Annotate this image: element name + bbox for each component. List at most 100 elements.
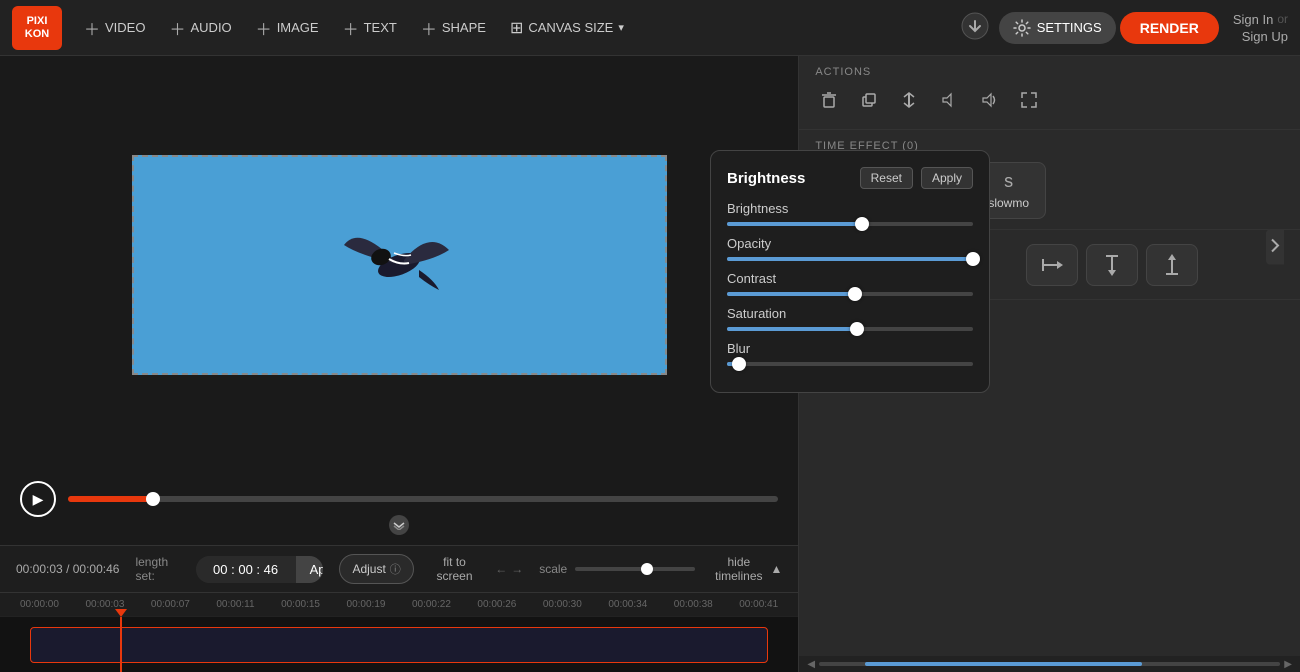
scroll-left-arrow[interactable]: ◀ [807,659,815,670]
time-input-group: Apply [196,556,324,583]
saturation-slider-thumb[interactable] [850,322,864,336]
current-time: 00:00:03 [16,562,63,576]
shape-button[interactable]: ＋ SHAPE [411,10,496,46]
play-button[interactable]: ▶ [20,481,56,517]
main-area: ▶ 00:00:03 / 00:00:46 length se [0,56,1300,672]
opacity-slider-thumb[interactable] [966,252,980,266]
sign-up-link[interactable]: Sign Up [1242,29,1288,44]
save-button[interactable] [955,6,995,49]
brightness-panel: Brightness Reset Apply Brightness Opacit… [710,150,990,393]
volume-up-button[interactable] [975,86,1003,119]
plus-video-icon: ＋ [84,16,100,40]
ruler-mark-8: 00:00:30 [543,599,582,610]
volume-down-button[interactable] [935,86,963,119]
ruler-mark-11: 00:00:41 [739,599,778,610]
scale-label: scale [539,562,567,576]
volume-down-icon [939,90,959,110]
adjust-button[interactable]: Adjust ⓘ [339,554,413,584]
delete-action-button[interactable] [815,86,843,119]
blur-slider-group: Blur [727,341,973,366]
transition-arrows [1026,244,1198,286]
fit-screen-button[interactable]: fit to screen [430,555,479,583]
transition-slide-right-button[interactable] [1026,244,1078,286]
plus-shape-icon: ＋ [421,16,437,40]
sign-area: Sign In or Sign Up [1223,12,1288,44]
brightness-slider-fill [727,222,862,226]
brightness-slider-thumb[interactable] [855,217,869,231]
opacity-slider-track[interactable] [727,257,973,261]
info-icon: ⓘ [390,561,401,577]
timeline-clip[interactable] [30,627,768,663]
trash-icon [819,90,839,110]
scale-track[interactable] [575,567,695,571]
hide-timelines-button[interactable]: hide timelines ▲ [711,555,782,583]
slowmo-label: slowmo [988,196,1029,210]
save-icon [961,12,989,40]
scroll-right-arrow[interactable]: ▶ [1284,659,1292,670]
apply-button[interactable]: Apply [296,556,324,583]
timeline-controls: 00:00:03 / 00:00:46 length set: Apply Ad… [0,545,798,592]
audio-button[interactable]: ＋ AUDIO [159,10,241,46]
arrow-right-icon: → [511,562,523,576]
progress-fill [68,496,153,502]
canvas-icon: ⊞ [510,18,523,38]
scale-thumb [641,563,653,575]
chevron-up-icon: ▲ [770,562,782,576]
time-input[interactable] [196,556,296,583]
duplicate-icon [859,90,879,110]
render-button[interactable]: RENDER [1120,12,1219,44]
hide-timelines-label: hide timelines [711,555,766,583]
length-set-label: length set: [135,555,179,583]
saturation-slider-label: Saturation [727,306,973,321]
ruler-mark-4: 00:00:15 [281,599,320,610]
canvas-size-button[interactable]: ⊞ CANVAS SIZE ▾ [500,12,634,44]
sign-in-link[interactable]: Sign In [1233,12,1273,27]
transition-slide-up-button[interactable] [1146,244,1198,286]
plus-audio-icon: ＋ [169,16,185,40]
zoom-handle[interactable] [389,515,409,535]
blur-slider-track[interactable] [727,362,973,366]
expand-panel-button[interactable] [1266,230,1284,265]
image-button[interactable]: ＋ IMAGE [246,10,329,46]
time-display: 00:00:03 / 00:00:46 [16,562,119,576]
audio-label: AUDIO [191,20,232,35]
canvas-size-label: CANVAS SIZE [528,20,613,35]
scroll-fill [865,662,1142,666]
fullscreen-button[interactable] [1015,86,1043,119]
text-button[interactable]: ＋ TEXT [333,10,407,46]
timeline-track [0,616,798,672]
settings-label: SETTINGS [1037,20,1102,35]
blur-slider-label: Blur [727,341,973,356]
horizontal-scroll-track[interactable] [819,662,1280,666]
expand-right-icon [1270,238,1280,254]
logo-area: PIXIKON [12,6,62,50]
brightness-slider-track[interactable] [727,222,973,226]
video-button[interactable]: ＋ VIDEO [74,10,155,46]
contrast-slider-fill [727,292,855,296]
top-nav: PIXIKON ＋ VIDEO ＋ AUDIO ＋ IMAGE ＋ TEXT ＋… [0,0,1300,56]
fullscreen-icon [1019,90,1039,110]
blur-slider-thumb[interactable] [732,357,746,371]
contrast-slider-thumb[interactable] [848,287,862,301]
bird-graphic [299,195,499,335]
action-icons [815,86,1284,119]
text-label: TEXT [364,20,397,35]
ruler-mark-9: 00:00:34 [608,599,647,610]
contrast-slider-label: Contrast [727,271,973,286]
preview-area [0,56,798,473]
progress-track[interactable] [68,496,778,502]
settings-button[interactable]: SETTINGS [999,12,1116,44]
brightness-slider-group: Brightness [727,201,973,226]
slide-up-icon [1163,254,1181,276]
bp-reset-button[interactable]: Reset [860,167,913,189]
bp-apply-button[interactable]: Apply [921,167,973,189]
duplicate-action-button[interactable] [855,86,883,119]
transition-slide-down-button[interactable] [1086,244,1138,286]
split-action-button[interactable] [895,86,923,119]
video-label: VIDEO [105,20,145,35]
opacity-slider-fill [727,257,973,261]
contrast-slider-track[interactable] [727,292,973,296]
plus-image-icon: ＋ [256,16,272,40]
saturation-slider-track[interactable] [727,327,973,331]
bottom-scroll-bar: ◀ ▶ [799,656,1300,672]
